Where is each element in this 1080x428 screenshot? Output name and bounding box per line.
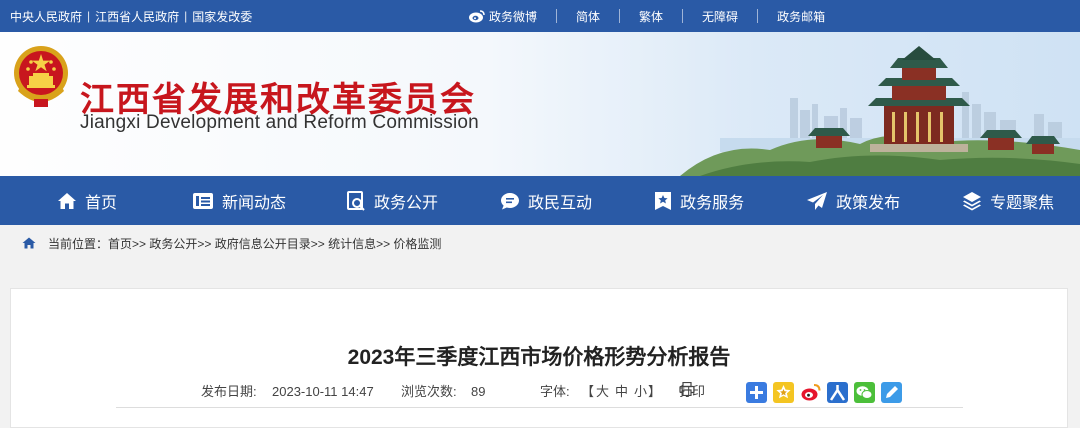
home-icon	[58, 192, 76, 209]
nav-label: 政策发布	[836, 194, 901, 212]
weibo-icon	[468, 9, 486, 23]
share-wechat-icon[interactable]	[854, 382, 875, 403]
nav-label: 新闻动态	[222, 194, 287, 212]
simplified-chinese-link[interactable]: 简体	[576, 8, 600, 25]
share-qzone-icon[interactable]	[773, 382, 794, 403]
nav-government-affairs[interactable]: 政务公开	[346, 176, 438, 225]
link-jiangxi-government[interactable]: 江西省人民政府	[95, 8, 179, 25]
view-count: 89	[471, 384, 486, 399]
search-document-icon	[347, 190, 365, 211]
share-people-icon[interactable]	[827, 382, 848, 403]
font-small-button[interactable]: 小	[634, 382, 647, 402]
font-large-button[interactable]: 大	[596, 382, 609, 402]
share-more-icon[interactable]	[746, 382, 767, 403]
weibo-label: 政务微博	[489, 9, 538, 24]
paper-plane-icon	[807, 191, 828, 210]
publish-date: 2023-10-11 14:47	[272, 384, 374, 399]
font-medium-button[interactable]: 中	[615, 382, 628, 402]
weibo-link[interactable]: 政务微博	[468, 8, 537, 25]
accessibility-link[interactable]: 无障碍	[702, 8, 738, 25]
nav-label: 专题聚焦	[990, 194, 1055, 212]
nav-label: 政务服务	[680, 194, 745, 212]
divider	[556, 9, 558, 23]
bookmark-star-icon	[655, 191, 672, 210]
print-label: 打印	[679, 384, 706, 399]
main-nav: 首页 新闻动态 政务公开 政民互动 政务服务 政策发布 专题聚焦	[0, 176, 1080, 225]
chat-bubble-icon	[501, 192, 520, 209]
bracket-close: 】	[648, 384, 662, 399]
divider	[619, 9, 621, 23]
share-edit-icon[interactable]	[881, 382, 902, 403]
font-size-label: 字体:	[540, 384, 570, 399]
top-utilities: 政务微博 简体 繁体 无障碍 政务邮箱	[468, 0, 825, 32]
site-subtitle: Jiangxi Development and Reform Commissio…	[80, 112, 479, 133]
layers-icon	[963, 191, 982, 210]
nav-interaction[interactable]: 政民互动	[500, 176, 592, 225]
nav-label: 政民互动	[528, 194, 593, 212]
separator: |	[87, 9, 91, 23]
article-panel: 2023年三季度江西市场价格形势分析报告 发布日期: 2023-10-11 14…	[10, 288, 1068, 428]
separator: |	[184, 9, 188, 23]
gov-mailbox-link[interactable]: 政务邮箱	[777, 8, 825, 25]
article-meta: 发布日期: 2023-10-11 14:47 浏览次数: 89 字体: 【 大 …	[11, 382, 1069, 403]
nav-label: 首页	[85, 194, 118, 212]
top-bar: 中央人民政府 | 江西省人民政府 | 国家发改委 政务微博 简体 繁体 无障碍 …	[0, 0, 1080, 32]
tengwang-pavilion-scenery	[680, 46, 1080, 176]
news-icon	[193, 192, 214, 209]
nav-policy[interactable]: 政策发布	[806, 176, 900, 225]
national-emblem-icon	[12, 43, 70, 111]
share-weibo-icon[interactable]	[800, 382, 821, 403]
link-ndrc[interactable]: 国家发改委	[192, 8, 252, 25]
traditional-chinese-link[interactable]: 繁体	[639, 8, 663, 25]
breadcrumb-path[interactable]: 首页>> 政务公开>> 政府信息公开目录>> 统计信息>> 价格监测	[108, 235, 441, 252]
views-label: 浏览次数:	[401, 384, 457, 399]
nav-home[interactable]: 首页	[57, 176, 117, 225]
home-icon	[22, 237, 36, 249]
article-title: 2023年三季度江西市场价格形势分析报告	[347, 346, 731, 369]
meta-divider	[116, 407, 963, 408]
breadcrumb-label: 当前位置：	[48, 236, 109, 251]
divider	[757, 9, 759, 23]
nav-topics[interactable]: 专题聚焦	[962, 176, 1054, 225]
nav-news[interactable]: 新闻动态	[192, 176, 286, 225]
link-central-government[interactable]: 中央人民政府	[10, 8, 82, 25]
breadcrumb: 当前位置： 首页>> 政务公开>> 政府信息公开目录>> 统计信息>> 价格监测	[0, 225, 1080, 261]
site-banner: 江西省发展和改革委员会 Jiangxi Development and Refo…	[0, 32, 1080, 176]
date-label: 发布日期:	[201, 384, 257, 399]
top-links: 中央人民政府 | 江西省人民政府 | 国家发改委	[10, 0, 252, 32]
divider	[682, 9, 684, 23]
print-button[interactable]: 打印	[679, 382, 705, 399]
nav-services[interactable]: 政务服务	[654, 176, 744, 225]
nav-label: 政务公开	[374, 194, 439, 212]
bracket-open: 【	[581, 384, 595, 399]
